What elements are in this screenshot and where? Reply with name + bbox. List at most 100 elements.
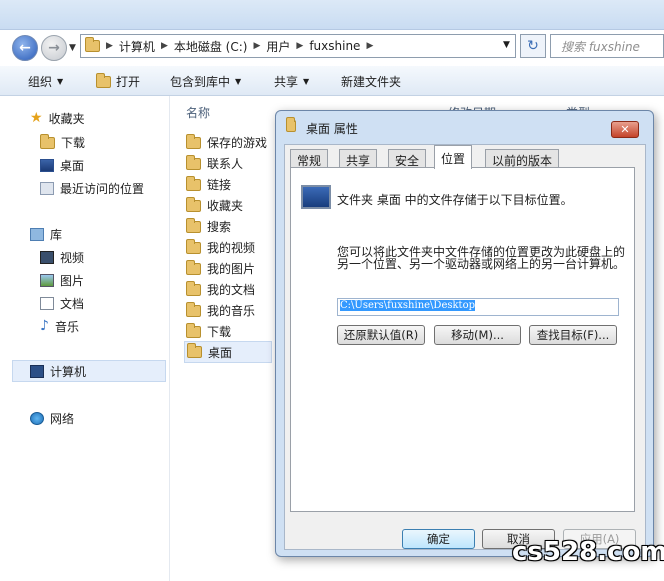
- folder-icon: [187, 343, 202, 358]
- chevron-right-icon[interactable]: ▶: [366, 41, 373, 51]
- file-item[interactable]: 我的文档: [186, 280, 256, 298]
- window-titlebar: [0, 0, 664, 30]
- desktop-icon: [40, 159, 54, 172]
- address-bar[interactable]: ▶ 计算机 ▶ 本地磁盘 (C:) ▶ 用户 ▶ fuxshine ▶: [80, 34, 516, 58]
- location-tab-panel: 文件夹 桌面 中的文件存储于以下目标位置。 您可以将此文件夹中文件存储的位置更改…: [290, 167, 635, 512]
- include-in-library-menu[interactable]: 包含到库中 ▼: [170, 73, 241, 90]
- location-description: 文件夹 桌面 中的文件存储于以下目标位置。: [337, 193, 573, 207]
- dropdown-arrow-icon: ▼: [57, 77, 64, 86]
- find-target-button[interactable]: 查找目标(F)...: [529, 325, 617, 345]
- tab-general[interactable]: 常规: [290, 149, 329, 168]
- nav-pictures-label: 图片: [60, 274, 85, 288]
- navigation-pane: [0, 96, 170, 581]
- breadcrumb-users[interactable]: 用户: [266, 38, 290, 55]
- nav-libraries[interactable]: 库: [30, 226, 62, 243]
- nav-computer[interactable]: 计算机: [12, 360, 166, 382]
- new-folder-button[interactable]: 新建文件夹: [341, 73, 401, 90]
- open-label: 打开: [116, 75, 141, 89]
- back-button[interactable]: ←: [12, 35, 38, 61]
- file-item[interactable]: 下载: [186, 322, 231, 340]
- tab-sharing[interactable]: 共享: [339, 149, 378, 168]
- nav-desktop[interactable]: 桌面: [40, 157, 84, 174]
- file-item-label: 链接: [207, 178, 232, 192]
- file-item-label: 我的文档: [207, 283, 256, 297]
- column-header-name[interactable]: 名称: [186, 104, 210, 121]
- chevron-right-icon[interactable]: ▶: [106, 41, 113, 51]
- share-menu[interactable]: 共享 ▼: [274, 73, 309, 90]
- breadcrumb-fuxshine[interactable]: fuxshine: [309, 39, 360, 53]
- file-item-label: 桌面: [208, 345, 233, 360]
- file-item-label: 我的音乐: [207, 304, 256, 318]
- chevron-right-icon[interactable]: ▶: [253, 41, 260, 51]
- properties-dialog: 桌面 属性 ✕ 常规 共享 安全 位置 以前的版本 文件夹 桌面 中的文件存储于…: [275, 110, 654, 557]
- file-item-label: 搜索: [207, 220, 232, 234]
- file-item-label: 保存的游戏: [207, 136, 268, 150]
- organize-menu[interactable]: 组织 ▼: [28, 73, 63, 90]
- folder-icon: [186, 217, 201, 233]
- breadcrumb-computer[interactable]: 计算机: [119, 38, 155, 55]
- nav-music-label: 音乐: [54, 320, 79, 334]
- move-button[interactable]: 移动(M)...: [434, 325, 521, 345]
- nav-network-label: 网络: [50, 412, 75, 426]
- nav-music[interactable]: ♪ 音乐: [40, 318, 79, 335]
- ok-button[interactable]: 确定: [402, 529, 475, 549]
- breadcrumb-local-disk[interactable]: 本地磁盘 (C:): [174, 38, 248, 55]
- folder-icon: [186, 322, 201, 338]
- folder-icon: [85, 37, 100, 52]
- nav-videos[interactable]: 视频: [40, 249, 84, 266]
- folder-icon: [186, 301, 201, 317]
- library-icon: [30, 228, 44, 241]
- file-item[interactable]: 搜索: [186, 217, 232, 235]
- search-input[interactable]: 搜索 fuxshine: [550, 34, 664, 58]
- dropdown-arrow-icon: ▼: [303, 77, 310, 86]
- nav-recent-places[interactable]: 最近访问的位置: [40, 180, 144, 197]
- computer-icon: [30, 364, 44, 378]
- folder-icon: [186, 133, 201, 149]
- desktop-folder-icon: [301, 185, 331, 209]
- chevron-right-icon[interactable]: ▶: [161, 41, 168, 51]
- refresh-button[interactable]: ↻: [520, 34, 546, 58]
- folder-icon: [186, 238, 201, 254]
- close-button[interactable]: ✕: [611, 121, 639, 138]
- tab-previous-versions[interactable]: 以前的版本: [485, 149, 560, 168]
- file-item[interactable]: 保存的游戏: [186, 133, 268, 151]
- recent-pages-dropdown[interactable]: ▼: [69, 43, 76, 53]
- open-button[interactable]: 打开: [96, 72, 141, 90]
- nav-desktop-label: 桌面: [60, 159, 85, 173]
- dialog-title: 桌面 属性: [306, 122, 358, 136]
- file-item[interactable]: 我的视频: [186, 238, 255, 256]
- file-item-label: 联系人: [207, 157, 244, 171]
- file-item[interactable]: 收藏夹: [186, 196, 243, 214]
- nav-network[interactable]: 网络: [30, 410, 74, 427]
- refresh-icon: ↻: [527, 38, 539, 54]
- file-item-selected[interactable]: 桌面: [184, 341, 272, 363]
- watermark-text: cs528.com: [512, 537, 664, 567]
- folder-icon: [186, 175, 201, 191]
- command-bar: 组织 ▼ 打开 包含到库中 ▼ 共享 ▼ 新建文件夹: [0, 66, 664, 96]
- nav-downloads[interactable]: 下载: [40, 133, 86, 151]
- nav-documents-label: 文档: [60, 297, 85, 311]
- location-explanation: 您可以将此文件夹中文件存储的位置更改为此硬盘上的另一个位置、另一个驱动器或网络上…: [337, 245, 626, 271]
- dropdown-arrow-icon: ▼: [235, 77, 242, 86]
- nav-favorites[interactable]: ★ 收藏夹: [30, 110, 85, 127]
- nav-documents[interactable]: 文档: [40, 295, 84, 312]
- location-path-field[interactable]: C:\Users\fuxshine\Desktop: [337, 298, 619, 316]
- file-item[interactable]: 链接: [186, 175, 232, 193]
- file-item-label: 我的图片: [207, 262, 256, 276]
- nav-downloads-label: 下载: [61, 136, 86, 150]
- dialog-folder-icon: [286, 117, 296, 132]
- tab-location[interactable]: 位置: [434, 145, 473, 169]
- restore-default-button[interactable]: 还原默认值(R): [337, 325, 425, 345]
- file-item[interactable]: 我的音乐: [186, 301, 256, 319]
- forward-button[interactable]: →: [41, 35, 67, 61]
- chevron-right-icon[interactable]: ▶: [296, 41, 303, 51]
- tab-security[interactable]: 安全: [388, 149, 427, 168]
- address-history-dropdown[interactable]: ▼: [503, 40, 510, 50]
- folder-icon: [186, 154, 201, 170]
- document-library-icon: [40, 297, 54, 310]
- nav-libraries-label: 库: [50, 228, 63, 242]
- folder-icon: [186, 280, 201, 296]
- file-item[interactable]: 我的图片: [186, 259, 256, 277]
- file-item[interactable]: 联系人: [186, 154, 244, 172]
- nav-pictures[interactable]: 图片: [40, 272, 84, 289]
